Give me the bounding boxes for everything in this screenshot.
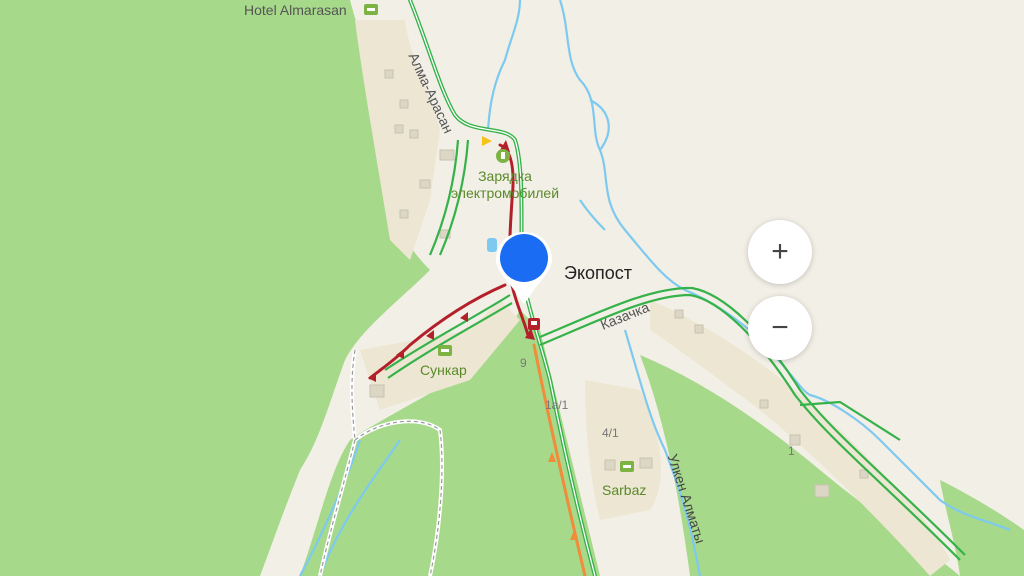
ev-charging-icon — [496, 149, 510, 163]
pond — [487, 238, 497, 252]
house-number: 4/1 — [602, 426, 619, 440]
bus-stop-icon — [528, 318, 540, 330]
house-number: 1 — [788, 444, 795, 458]
sarbaz-label[interactable]: Sarbaz — [602, 482, 646, 499]
hotel-icon — [364, 4, 378, 15]
house-number: 9 — [520, 356, 527, 370]
hotel-icon — [438, 345, 452, 356]
map-canvas[interactable] — [0, 0, 1024, 576]
zoom-in-button[interactable]: + — [748, 220, 812, 284]
hotel-label[interactable]: Hotel Almarasan — [244, 2, 347, 18]
hotel-icon — [620, 461, 634, 472]
house-number: 1а/1 — [545, 398, 569, 412]
ekopost-label[interactable]: Экопост — [564, 263, 632, 284]
map-view[interactable]: Hotel Almarasan Алма-Арасан Зарядка элек… — [0, 0, 1024, 576]
zoom-out-button[interactable]: − — [748, 296, 812, 360]
minus-icon: − — [771, 311, 789, 344]
sunkar-label[interactable]: Сункар — [420, 362, 467, 379]
plus-icon: + — [771, 235, 789, 268]
ev-charging-label[interactable]: Зарядка электромобилей — [430, 168, 580, 202]
